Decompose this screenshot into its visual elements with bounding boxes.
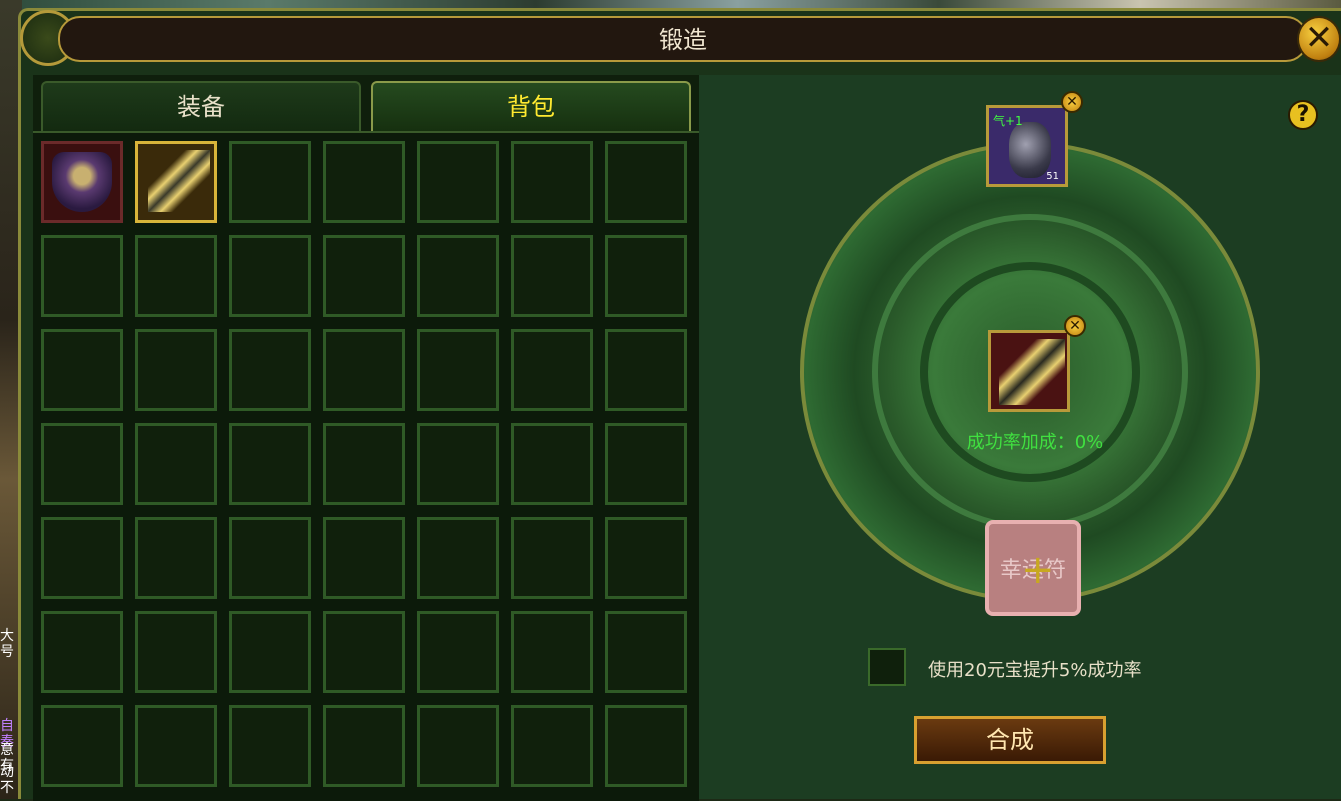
material-slot[interactable]: 气+1 51 [986, 105, 1068, 187]
inventory-slot[interactable] [605, 235, 687, 317]
inventory-slot[interactable] [41, 705, 123, 787]
inventory-slot[interactable] [605, 611, 687, 693]
inventory-slot[interactable] [605, 329, 687, 411]
remove-weapon-button[interactable]: ✕ [1064, 315, 1086, 337]
remove-material-button[interactable]: ✕ [1061, 91, 1083, 113]
yuanbao-option-label: 使用20元宝提升5%成功率 [928, 660, 1142, 681]
inventory-slot[interactable] [323, 141, 405, 223]
inventory-slot[interactable] [323, 235, 405, 317]
gem-icon [1009, 122, 1051, 178]
inventory-slot[interactable] [417, 141, 499, 223]
tab-equipment[interactable]: 装备 [41, 81, 361, 131]
inventory-slot[interactable] [417, 423, 499, 505]
sword-icon [999, 339, 1065, 405]
inventory-slot[interactable] [605, 517, 687, 599]
inventory-panel: 装备 背包 [33, 75, 699, 801]
inventory-slot[interactable] [229, 329, 311, 411]
inventory-slot[interactable] [41, 611, 123, 693]
inventory-slot[interactable] [511, 611, 593, 693]
inventory-slot[interactable] [135, 705, 217, 787]
gem-count: 51 [1046, 171, 1059, 182]
inventory-slot[interactable] [41, 329, 123, 411]
inventory-slot[interactable] [229, 141, 311, 223]
inventory-slot[interactable] [229, 517, 311, 599]
inventory-grid [33, 131, 699, 801]
armor-icon [52, 152, 112, 212]
inventory-slot[interactable] [323, 611, 405, 693]
combine-button[interactable]: 合成 [914, 716, 1106, 764]
yuanbao-checkbox[interactable] [868, 648, 906, 686]
plus-icon: + [1021, 547, 1055, 593]
inventory-slot[interactable] [323, 329, 405, 411]
inventory-slot[interactable] [511, 705, 593, 787]
weapon-slot[interactable] [988, 330, 1070, 412]
inventory-slot[interactable] [511, 423, 593, 505]
inventory-slot[interactable] [511, 141, 593, 223]
success-bonus-text: 成功率加成：0% [966, 432, 1104, 453]
inventory-slot[interactable] [605, 705, 687, 787]
close-button[interactable]: ✕ [1297, 16, 1341, 62]
inventory-slot[interactable] [41, 235, 123, 317]
window-title: 锻造 [659, 26, 707, 54]
sword-icon [148, 150, 210, 212]
inventory-slot[interactable] [41, 141, 123, 223]
inventory-slot[interactable] [229, 611, 311, 693]
inventory-slot[interactable] [229, 235, 311, 317]
inventory-slot[interactable] [605, 423, 687, 505]
inventory-slot[interactable] [417, 329, 499, 411]
inventory-slot[interactable] [135, 423, 217, 505]
inventory-slot[interactable] [417, 235, 499, 317]
inventory-slot[interactable] [41, 423, 123, 505]
inventory-slot[interactable] [417, 705, 499, 787]
tab-bag[interactable]: 背包 [371, 81, 691, 131]
help-icon[interactable]: ? [1288, 100, 1318, 130]
inventory-slot[interactable] [229, 423, 311, 505]
inventory-slot[interactable] [511, 517, 593, 599]
inventory-slot[interactable] [135, 329, 217, 411]
lucky-charm-slot[interactable]: 幸运符 + [985, 520, 1081, 616]
inventory-slot[interactable] [605, 141, 687, 223]
gem-attribute-label: 气+1 [993, 114, 1023, 128]
inventory-slot[interactable] [135, 235, 217, 317]
inventory-slot[interactable] [417, 517, 499, 599]
inventory-slot[interactable] [417, 611, 499, 693]
inventory-slot[interactable] [41, 517, 123, 599]
inventory-slot[interactable] [135, 517, 217, 599]
inventory-slot[interactable] [511, 329, 593, 411]
inventory-slot[interactable] [323, 517, 405, 599]
close-icon: ✕ [1304, 18, 1334, 58]
title-bar: 锻造 [58, 16, 1308, 62]
inventory-slot[interactable] [323, 423, 405, 505]
inventory-slot[interactable] [135, 611, 217, 693]
inventory-slot[interactable] [229, 705, 311, 787]
inventory-slot[interactable] [511, 235, 593, 317]
inventory-slot[interactable] [323, 705, 405, 787]
inventory-slot[interactable] [135, 141, 217, 223]
